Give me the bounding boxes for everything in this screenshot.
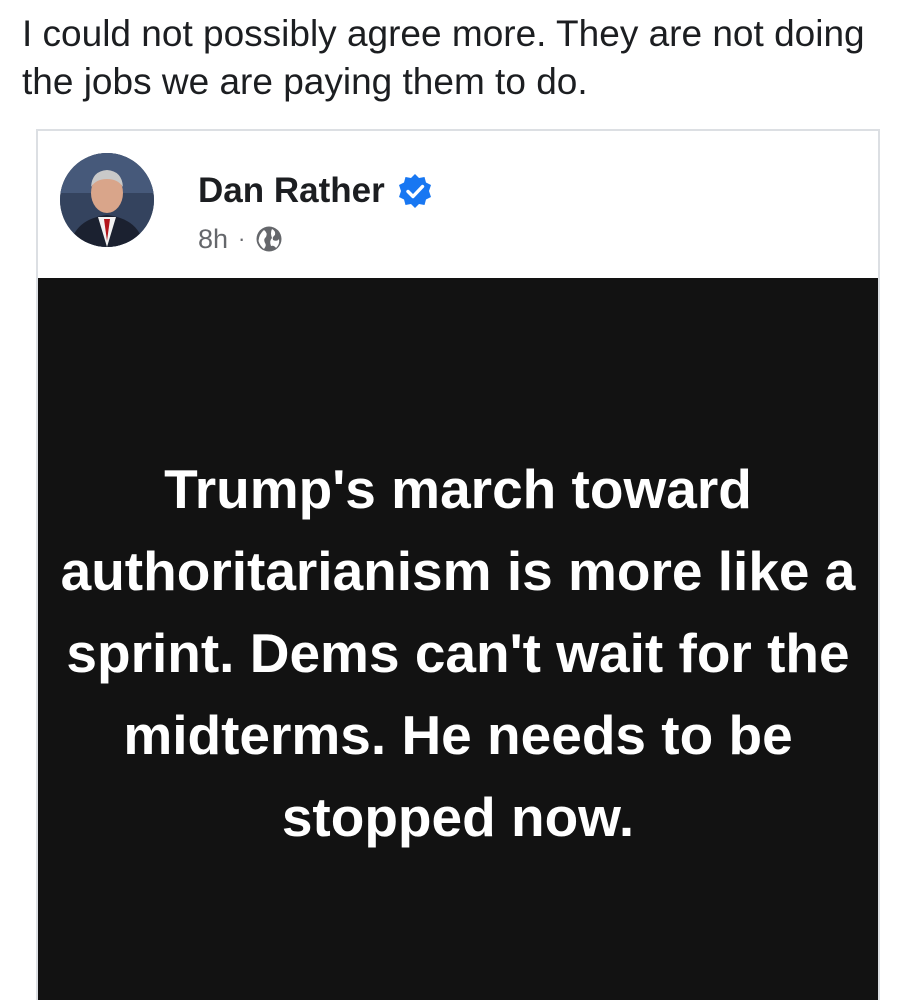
globe-icon[interactable]: [255, 225, 283, 253]
post-header: Dan Rather 8h ·: [38, 131, 878, 278]
verified-badge-icon: [397, 173, 433, 209]
author-name[interactable]: Dan Rather: [198, 171, 385, 211]
post-meta: 8h ·: [198, 223, 283, 255]
comment-text: I could not possibly agree more. They ar…: [22, 13, 865, 102]
avatar[interactable]: [60, 153, 154, 247]
post-image[interactable]: Trump's march toward authoritarianism is…: [38, 278, 878, 1000]
post-timestamp[interactable]: 8h: [198, 223, 228, 255]
shared-post-card[interactable]: Dan Rather 8h · Trump's march toward aut…: [36, 129, 880, 1000]
meta-separator: ·: [238, 226, 246, 251]
post-quote-text: Trump's march toward authoritarianism is…: [60, 458, 856, 848]
author-row: Dan Rather: [198, 171, 433, 211]
